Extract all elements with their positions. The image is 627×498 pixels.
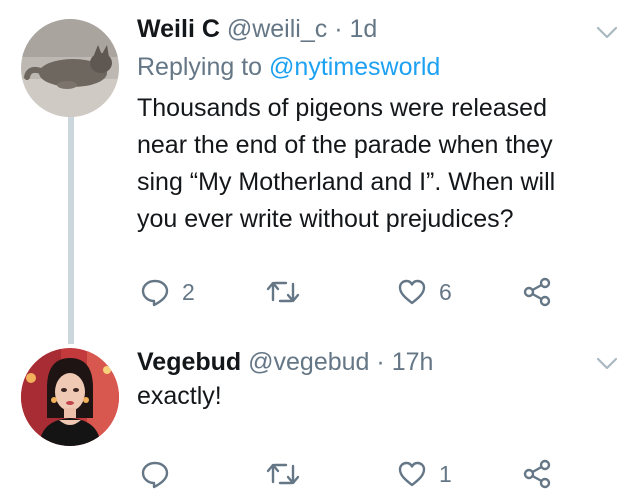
avatar-weili[interactable]	[21, 19, 119, 117]
reply-count: 2	[182, 278, 195, 305]
reply-icon	[141, 279, 169, 307]
tweet-2-header: Vegebud @vegebud · 17h	[137, 347, 433, 377]
retweet-button[interactable]	[266, 456, 312, 492]
tweet-1-header: Weili C @weili_c · 1d	[137, 14, 377, 44]
like-count: 1	[439, 460, 452, 487]
meta-separator: ·	[334, 15, 343, 43]
retweet-button[interactable]	[266, 274, 312, 310]
tweet-2-text: exactly!	[137, 382, 222, 410]
like-count: 6	[439, 278, 452, 305]
retweet-icon	[266, 463, 300, 485]
meta-separator: ·	[376, 348, 385, 376]
share-icon	[523, 277, 551, 307]
retweet-icon	[266, 281, 300, 303]
share-button[interactable]	[522, 456, 552, 492]
avatar-vegebud[interactable]	[21, 348, 119, 446]
share-button[interactable]	[522, 274, 552, 310]
chevron-down-icon[interactable]	[596, 26, 618, 40]
author-handle[interactable]: @weili_c	[227, 15, 327, 43]
share-icon	[523, 459, 551, 489]
reply-icon	[141, 461, 169, 489]
replying-to-mention[interactable]: @nytimesworld	[269, 53, 440, 81]
thread-connector-line	[68, 116, 74, 344]
like-button[interactable]: 1	[397, 456, 452, 492]
author-name[interactable]: Vegebud	[137, 348, 241, 376]
reply-button[interactable]: 2	[140, 274, 195, 310]
avatar-portrait-image	[21, 348, 119, 446]
reply-button[interactable]	[140, 456, 182, 492]
tweet-timestamp[interactable]: 1d	[349, 15, 377, 43]
chevron-down-icon[interactable]	[596, 357, 618, 371]
replying-to-label: Replying to	[137, 53, 263, 81]
avatar-cat-image	[21, 19, 119, 117]
like-button[interactable]: 6	[397, 274, 452, 310]
author-handle[interactable]: @vegebud	[248, 348, 369, 376]
replying-to: Replying to @nytimesworld	[137, 52, 440, 82]
heart-icon	[398, 461, 426, 487]
author-name[interactable]: Weili C	[137, 15, 220, 43]
tweet-1-text: Thousands of pigeons were released near …	[137, 94, 556, 233]
heart-icon	[398, 279, 426, 305]
tweet-timestamp[interactable]: 17h	[392, 348, 434, 376]
